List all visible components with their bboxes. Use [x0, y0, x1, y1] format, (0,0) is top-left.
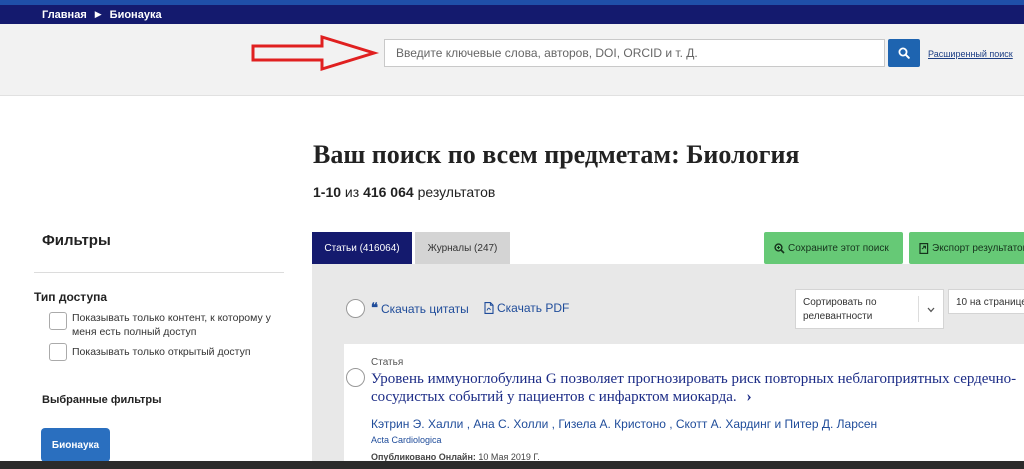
result-select-checkbox[interactable] [346, 368, 365, 387]
selected-filter-chip[interactable]: Бионаука [41, 428, 110, 462]
filters-divider [34, 272, 284, 273]
breadcrumb-separator: ▶ [94, 9, 102, 19]
tab-articles-label: Статьи [324, 242, 357, 254]
pdf-file-icon [484, 302, 494, 314]
tab-articles[interactable]: Статьи (416064) [312, 232, 412, 264]
zoom-plus-icon [774, 242, 785, 254]
export-results-button[interactable]: Экспорт результатов [909, 232, 1024, 264]
tab-journals-count: (247) [474, 242, 498, 254]
page-title-subject: всем предметам: Биология [482, 140, 800, 169]
advanced-search-link[interactable]: Расширенный поиск [928, 49, 1013, 59]
export-results-label: Экспорт результатов [932, 242, 1024, 254]
download-pdf-link[interactable]: Скачать PDF [484, 301, 569, 315]
page-title: Ваш поиск по всем предметам: Биология [313, 140, 800, 170]
results-total: 416 064 [363, 184, 414, 200]
tab-journals[interactable]: Журналы (247) [415, 232, 510, 264]
download-citations-link[interactable]: ❝ Скачать цитаты [371, 301, 469, 316]
open-access-label: Показывать только открытый доступ [72, 346, 251, 358]
page-title-prefix: Ваш поиск по [313, 140, 476, 169]
open-access-checkbox[interactable] [49, 343, 67, 361]
select-all-checkbox[interactable] [346, 299, 365, 318]
sort-selected-value: Сортировать по релевантности [803, 297, 877, 322]
result-type: Статья [371, 357, 404, 368]
full-access-label: Показывать только контент, к которому у … [72, 312, 271, 338]
chevron-down-icon [927, 307, 935, 313]
export-file-icon [919, 242, 929, 254]
save-search-button[interactable]: Сохраните этот поиск [764, 232, 903, 264]
full-access-checkbox[interactable] [49, 312, 67, 330]
results-count: 1-10 из 416 064 результатов [313, 184, 495, 200]
sort-select-divider [918, 296, 919, 322]
search-icon [898, 47, 910, 59]
breadcrumb-home-link[interactable]: Главная [42, 9, 87, 21]
download-citations-label: Скачать цитаты [381, 301, 469, 316]
result-journal-link[interactable]: Acta Cardiologica [371, 435, 442, 445]
results-word: результатов [417, 184, 496, 200]
chevron-right-icon: › [746, 388, 752, 405]
result-title-link[interactable]: Уровень иммуноглобулина G позволяет прог… [371, 371, 1021, 406]
sort-select[interactable]: Сортировать по релевантности [795, 289, 944, 329]
result-authors[interactable]: Кэтрин Э. Халли , Ана С. Холли , Гизела … [371, 417, 877, 431]
quote-icon: ❝ [371, 301, 378, 316]
download-pdf-label: Скачать PDF [497, 301, 570, 315]
per-page-select[interactable]: 10 на странице [948, 289, 1024, 314]
annotation-arrow-icon [251, 34, 380, 72]
breadcrumb-current: Бионаука [109, 8, 162, 21]
save-search-label: Сохраните этот поиск [788, 242, 889, 254]
bottom-bar [0, 461, 1024, 469]
access-type-title: Тип доступа [34, 290, 108, 304]
results-range: 1-10 [313, 184, 342, 200]
search-input[interactable] [384, 39, 885, 67]
filters-title: Фильтры [42, 232, 111, 249]
breadcrumb: Главная ▶ Бионаука [0, 5, 1024, 24]
tab-journals-label: Журналы [427, 242, 472, 254]
selected-filters-title: Выбранные фильтры [42, 394, 162, 406]
result-title-text: Уровень иммуноглобулина G позволяет прог… [371, 371, 1017, 405]
search-button[interactable] [888, 39, 920, 67]
tab-articles-count: (416064) [359, 242, 400, 254]
results-of: из [344, 184, 360, 200]
per-page-value: 10 на странице [956, 297, 1024, 308]
result-card [344, 344, 1024, 469]
